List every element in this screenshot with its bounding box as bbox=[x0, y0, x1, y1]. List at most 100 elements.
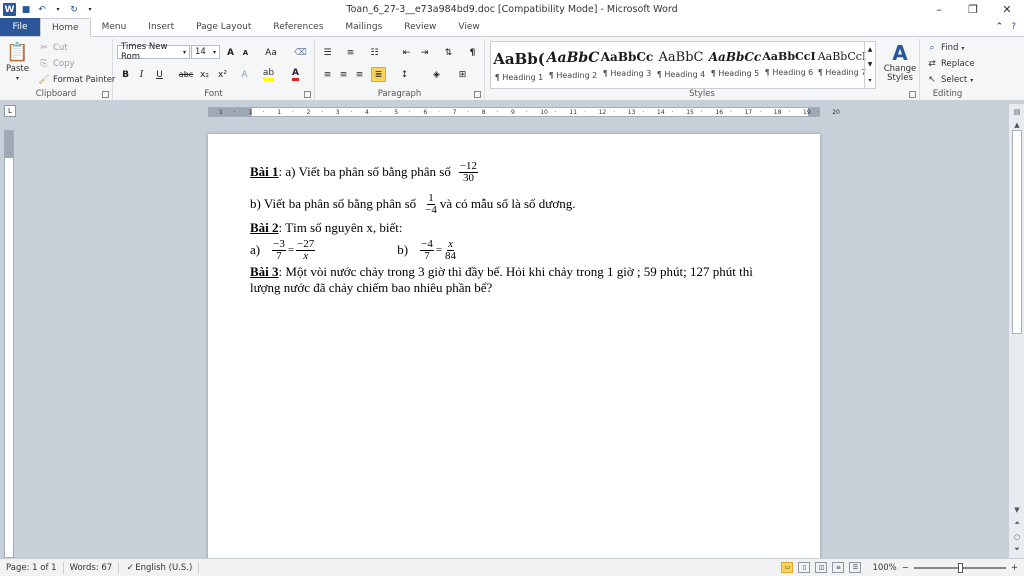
strikethrough-button[interactable]: abc bbox=[177, 67, 195, 82]
vertical-scrollbar[interactable]: ▤ ▲ ▼ ⏶ ○ ⏷ bbox=[1008, 104, 1024, 558]
grow-font-button[interactable]: A bbox=[223, 45, 238, 60]
help-icon[interactable]: ? bbox=[1011, 22, 1016, 32]
tab-menu[interactable]: Menu bbox=[91, 18, 138, 36]
align-right-icon[interactable]: ≡ bbox=[352, 67, 367, 82]
tab-insert[interactable]: Insert bbox=[137, 18, 185, 36]
clear-formatting-icon[interactable]: ⌫ bbox=[293, 45, 308, 60]
gallery-scroll[interactable]: ▲ ▼ ▾ bbox=[864, 42, 875, 88]
justify-icon[interactable]: ≣ bbox=[371, 67, 386, 82]
ruler-toggle-icon[interactable]: ▤ bbox=[1011, 106, 1023, 117]
tab-mailings[interactable]: Mailings bbox=[334, 18, 393, 36]
paragraph-launcher-icon[interactable] bbox=[474, 91, 481, 98]
close-button[interactable]: ✕ bbox=[990, 0, 1024, 19]
full-screen-reading-icon[interactable]: ▯ bbox=[798, 562, 811, 573]
undo-icon[interactable]: ↶ bbox=[36, 4, 48, 16]
style-heading-7[interactable]: AaBbCcI ¶ Heading 7 bbox=[815, 44, 869, 86]
find-button[interactable]: ⌕ Find ▾ bbox=[926, 42, 964, 54]
outline-icon[interactable]: ≡ bbox=[832, 562, 845, 573]
tab-review[interactable]: Review bbox=[393, 18, 447, 36]
copy-button[interactable]: ⎘ Copy bbox=[38, 58, 74, 70]
paste-button[interactable]: 📋 Paste ▾ bbox=[6, 41, 29, 83]
chevron-up-icon[interactable]: ▲ bbox=[868, 46, 873, 53]
scroll-down-icon[interactable]: ▼ bbox=[1011, 504, 1023, 515]
align-center-icon[interactable]: ≡ bbox=[336, 67, 351, 82]
next-page-icon[interactable]: ⏷ bbox=[1011, 544, 1023, 555]
text-effects-icon[interactable]: A bbox=[237, 67, 252, 82]
more-icon[interactable]: ▾ bbox=[868, 77, 871, 84]
align-left-icon[interactable]: ≡ bbox=[320, 67, 335, 82]
minimize-ribbon-icon[interactable]: ⌃ bbox=[996, 22, 1004, 32]
italic-button[interactable]: I bbox=[134, 67, 149, 82]
horizontal-ruler[interactable]: 1 · 1 · 1 · 2 · 3 · 4 · 5 · 6 · 7 · 8 · 9 · 10 · 11 · 12 · 13 · 14 · 15 ·… bbox=[208, 107, 840, 117]
styles-launcher-icon[interactable] bbox=[909, 91, 916, 98]
customize-qat-icon[interactable]: ▾ bbox=[84, 4, 96, 16]
decrease-indent-icon[interactable]: ⇤ bbox=[399, 45, 414, 60]
style-heading-2[interactable]: AaBbC ¶ Heading 2 bbox=[546, 44, 600, 86]
tab-references[interactable]: References bbox=[262, 18, 334, 36]
zoom-level[interactable]: 100% bbox=[872, 563, 896, 573]
clipboard-launcher-icon[interactable] bbox=[102, 91, 109, 98]
borders-icon[interactable]: ⊞ bbox=[455, 67, 470, 82]
show-formatting-icon[interactable]: ¶ bbox=[465, 45, 480, 60]
replace-button[interactable]: ⇄ Replace bbox=[926, 58, 974, 70]
page-content[interactable]: Bài 1 : a) Viết ba phân số bằng phân số … bbox=[250, 158, 806, 296]
style-heading-4[interactable]: AaBbC ¶ Heading 4 bbox=[654, 44, 708, 86]
sort-icon[interactable]: ⇅ bbox=[441, 45, 456, 60]
style-heading-3[interactable]: AaBbCc ¶ Heading 3 bbox=[600, 44, 654, 86]
style-heading-5[interactable]: AaBbCc ¶ Heading 5 bbox=[708, 44, 762, 86]
shrink-font-button[interactable]: A bbox=[238, 45, 253, 60]
format-painter-button[interactable]: 🖌 Format Painter bbox=[38, 74, 115, 86]
font-size-select[interactable]: 14 ▾ bbox=[191, 45, 220, 59]
language[interactable]: ✓ English (U.S.) bbox=[119, 561, 200, 574]
browse-object-icon[interactable]: ○ bbox=[1011, 531, 1023, 542]
bullets-icon[interactable]: ☰ bbox=[320, 45, 335, 60]
numbering-icon[interactable]: ≡ bbox=[343, 45, 358, 60]
save-icon[interactable]: ■ bbox=[20, 4, 32, 16]
page[interactable]: Bài 1 : a) Viết ba phân số bằng phân số … bbox=[208, 134, 820, 558]
increase-indent-icon[interactable]: ⇥ bbox=[417, 45, 432, 60]
subscript-button[interactable]: x₂ bbox=[197, 67, 212, 82]
underline-button[interactable]: U bbox=[152, 67, 167, 82]
font-launcher-icon[interactable] bbox=[304, 91, 311, 98]
cut-button[interactable]: ✂ Cut bbox=[38, 42, 67, 54]
redo-icon[interactable]: ↻ bbox=[68, 4, 80, 16]
minimize-button[interactable]: – bbox=[922, 0, 956, 19]
line-spacing-icon[interactable]: ↕ bbox=[397, 67, 412, 82]
bold-button[interactable]: B bbox=[118, 67, 133, 82]
shading-icon[interactable]: ◈ bbox=[429, 67, 444, 82]
tab-file[interactable]: File bbox=[0, 18, 40, 36]
maximize-button[interactable]: ❐ bbox=[956, 0, 990, 19]
zoom-out-button[interactable]: − bbox=[902, 563, 909, 573]
tab-view[interactable]: View bbox=[447, 18, 490, 36]
scroll-up-icon[interactable]: ▲ bbox=[1011, 119, 1023, 130]
font-color-icon[interactable]: A bbox=[288, 67, 303, 82]
zoom-slider[interactable] bbox=[913, 562, 1006, 573]
scroll-thumb[interactable] bbox=[1012, 130, 1022, 334]
font-name-select[interactable]: Times New Rom ▾ bbox=[117, 42, 190, 62]
style-heading-1[interactable]: AaBb( ¶ Heading 1 bbox=[492, 44, 546, 86]
zoom-slider-knob[interactable] bbox=[957, 562, 963, 573]
word-count[interactable]: Words: 67 bbox=[64, 561, 120, 574]
change-styles-button[interactable]: A Change Styles bbox=[883, 41, 917, 83]
print-layout-icon[interactable]: ▭ bbox=[781, 562, 794, 573]
ruler-tick: · bbox=[496, 109, 499, 116]
zoom-in-button[interactable]: + bbox=[1011, 563, 1018, 573]
dropdown-icon[interactable]: ▾ bbox=[52, 4, 64, 16]
tab-selector-icon[interactable]: L bbox=[4, 105, 16, 117]
tab-page-layout[interactable]: Page Layout bbox=[185, 18, 262, 36]
change-case-button[interactable]: Aa bbox=[261, 45, 281, 60]
tab-home[interactable]: Home bbox=[40, 18, 91, 37]
select-button[interactable]: ↖ Select ▾ bbox=[926, 74, 973, 86]
superscript-button[interactable]: x² bbox=[215, 67, 230, 82]
word-logo-icon[interactable]: W bbox=[3, 3, 16, 16]
previous-page-icon[interactable]: ⏶ bbox=[1011, 518, 1023, 529]
web-layout-icon[interactable]: ◫ bbox=[815, 562, 828, 573]
draft-icon[interactable]: ☰ bbox=[849, 562, 862, 573]
multilevel-list-icon[interactable]: ☷ bbox=[367, 45, 382, 60]
style-heading-6[interactable]: AaBbCcI ¶ Heading 6 bbox=[762, 44, 816, 86]
document-area[interactable]: Bài 1 : a) Viết ba phân số bằng phân số … bbox=[18, 122, 1008, 558]
vertical-ruler[interactable] bbox=[4, 130, 14, 558]
chevron-down-icon[interactable]: ▼ bbox=[868, 61, 873, 68]
page-count[interactable]: Page: 1 of 1 bbox=[0, 561, 64, 574]
highlight-icon[interactable]: ab bbox=[261, 67, 276, 82]
